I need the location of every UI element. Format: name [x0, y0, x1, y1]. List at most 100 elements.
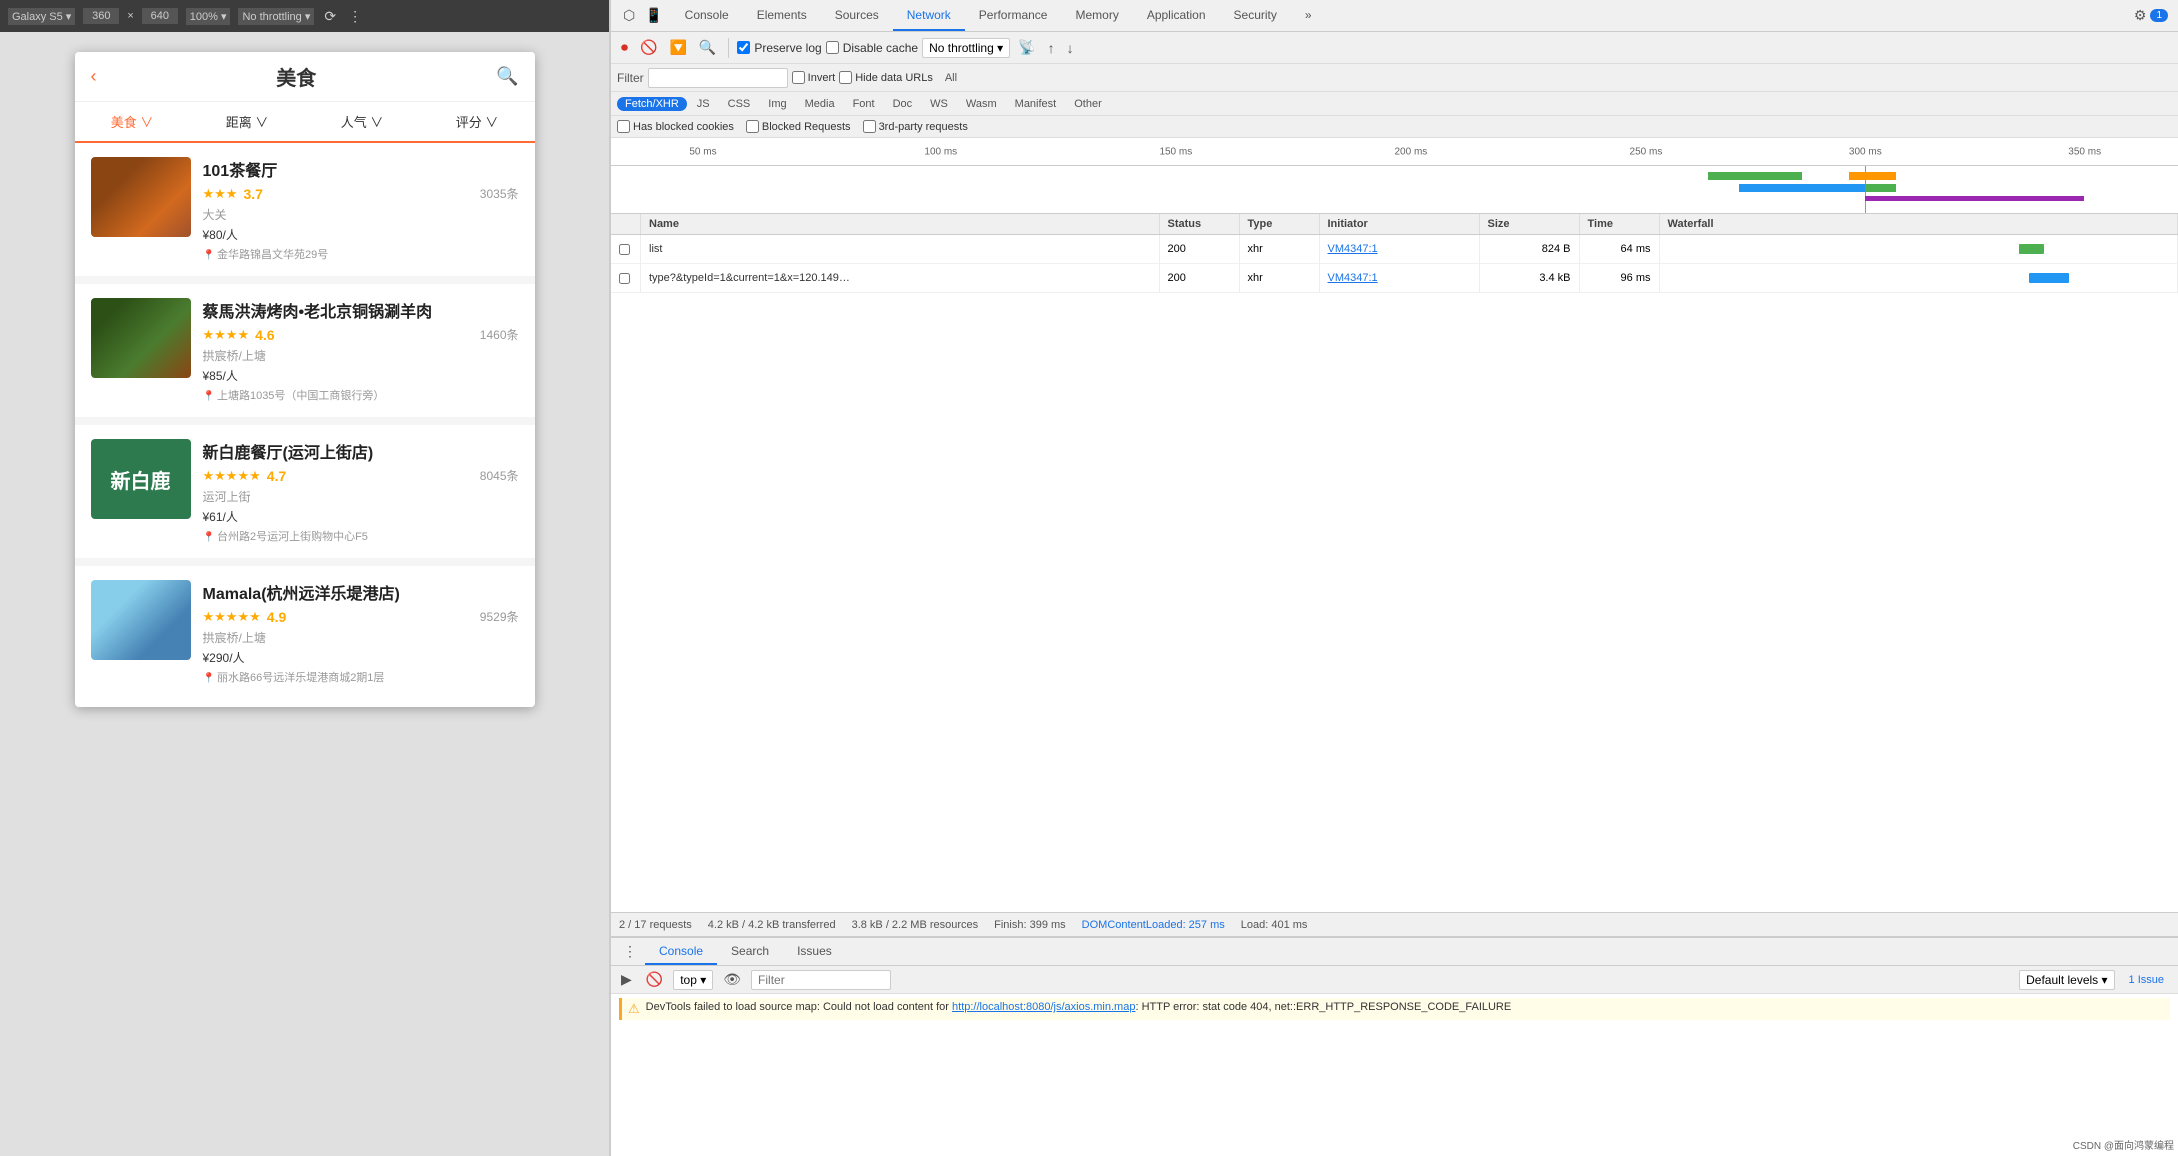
- hide-data-urls-label[interactable]: Hide data URLs: [839, 71, 933, 84]
- throttle-selector[interactable]: No throttling ▾: [238, 8, 314, 25]
- row-checkbox[interactable]: [611, 264, 641, 292]
- tab-elements[interactable]: Elements: [743, 0, 821, 31]
- rating-row: ★★★★ 4.6 1460条: [203, 326, 519, 343]
- offline-icon[interactable]: 📡: [1014, 37, 1039, 58]
- has-blocked-cookies-label[interactable]: Has blocked cookies: [617, 120, 734, 133]
- filter-distance[interactable]: 距离 ∨: [190, 102, 305, 141]
- height-input[interactable]: [142, 8, 178, 24]
- blocked-requests-checkbox[interactable]: [746, 120, 759, 133]
- filter-rating[interactable]: 评分 ∨: [420, 102, 535, 141]
- throttle-dropdown[interactable]: No throttling ▾: [922, 38, 1010, 58]
- tab-console[interactable]: Console: [671, 0, 743, 31]
- console-stop-icon[interactable]: 🚫: [642, 969, 667, 990]
- hide-data-urls-checkbox[interactable]: [839, 71, 852, 84]
- row-initiator[interactable]: VM4347:1: [1320, 235, 1480, 263]
- restaurant-card[interactable]: 新白鹿 新白鹿餐厅(运河上街店) ★★★★★ 4.7 8045条 运河上街 ¥6…: [75, 425, 535, 558]
- device-selector[interactable]: Galaxy S5 ▾: [8, 8, 75, 25]
- search-button[interactable]: 🔍: [496, 66, 518, 87]
- third-party-checkbox[interactable]: [863, 120, 876, 133]
- review-count: 8045条: [480, 467, 519, 484]
- download-icon[interactable]: ↓: [1063, 38, 1078, 58]
- settings-icon[interactable]: ⚙: [2130, 5, 2151, 26]
- filter-popularity[interactable]: 人气 ∨: [305, 102, 420, 141]
- disable-cache-label[interactable]: Disable cache: [826, 41, 918, 55]
- tab-sources[interactable]: Sources: [821, 0, 893, 31]
- preserve-log-checkbox[interactable]: [737, 41, 750, 54]
- type-manifest[interactable]: Manifest: [1007, 97, 1065, 111]
- record-button[interactable]: ⏺: [617, 37, 632, 58]
- restaurant-card[interactable]: Mamala(杭州远洋乐堤港店) ★★★★★ 4.9 9529条 拱宸桥/上塘 …: [75, 566, 535, 699]
- filter-food[interactable]: 美食 ∨: [75, 102, 190, 143]
- th-type[interactable]: Type: [1240, 214, 1320, 234]
- blocked-requests-label[interactable]: Blocked Requests: [746, 120, 851, 133]
- invert-checkbox[interactable]: [792, 71, 805, 84]
- has-blocked-cookies-checkbox[interactable]: [617, 120, 630, 133]
- type-wasm[interactable]: Wasm: [958, 97, 1005, 111]
- issues-badge: 1: [2150, 9, 2168, 22]
- error-link[interactable]: http://localhost:8080/js/axios.min.map: [952, 1001, 1135, 1013]
- devtools-device-icon[interactable]: 📱: [641, 5, 666, 26]
- th-status[interactable]: Status: [1160, 214, 1240, 234]
- th-waterfall[interactable]: Waterfall: [1660, 214, 2178, 234]
- tab-application[interactable]: Application: [1133, 0, 1220, 31]
- tab-memory[interactable]: Memory: [1061, 0, 1132, 31]
- type-css[interactable]: CSS: [720, 97, 759, 111]
- table-row[interactable]: list 200 xhr VM4347:1 824 B 64 ms: [611, 235, 2178, 264]
- tab-console-bottom[interactable]: Console: [645, 938, 717, 965]
- all-filter-btn[interactable]: All: [937, 71, 965, 85]
- th-time[interactable]: Time: [1580, 214, 1660, 234]
- tab-more[interactable]: »: [1291, 0, 1326, 31]
- rotate-icon[interactable]: ⟳: [322, 6, 338, 27]
- type-other[interactable]: Other: [1066, 97, 1110, 111]
- table-row[interactable]: type?&typeId=1&current=1&x=120.149… 200 …: [611, 264, 2178, 293]
- default-levels-dropdown[interactable]: Default levels ▾: [2019, 970, 2114, 990]
- clear-button[interactable]: 🚫: [636, 37, 661, 58]
- console-filter-input[interactable]: [751, 970, 891, 990]
- zoom-selector[interactable]: 100% ▾: [186, 8, 231, 25]
- third-party-label[interactable]: 3rd-party requests: [863, 120, 968, 133]
- type-img[interactable]: Img: [760, 97, 794, 111]
- row-checkbox[interactable]: [611, 235, 641, 263]
- restaurant-info: 101茶餐厅 ★★★ 3.7 3035条 大关 ¥80/人 金华路锦昌文华苑29…: [203, 157, 519, 262]
- row-initiator[interactable]: VM4347:1: [1320, 264, 1480, 292]
- tab-performance[interactable]: Performance: [965, 0, 1062, 31]
- timeline-chart: [611, 166, 2178, 214]
- type-fetch-xhr[interactable]: Fetch/XHR: [617, 97, 687, 111]
- th-name[interactable]: Name: [641, 214, 1160, 234]
- stars: ★★★★: [203, 327, 250, 343]
- address: 上塘路1035号（中国工商银行旁）: [203, 387, 519, 403]
- filter-toggle-button[interactable]: 🔽: [665, 37, 690, 58]
- restaurant-card[interactable]: 蔡馬洪涛烤肉•老北京铜锅涮羊肉 ★★★★ 4.6 1460条 拱宸桥/上塘 ¥8…: [75, 284, 535, 417]
- type-js[interactable]: JS: [689, 97, 718, 111]
- bottom-panel-icon[interactable]: ⋮: [619, 941, 641, 962]
- restaurant-name: 101茶餐厅: [203, 157, 519, 181]
- console-run-icon[interactable]: ▶: [617, 969, 636, 990]
- rating-number: 3.7: [243, 186, 262, 202]
- devtools-inspect-icon[interactable]: ⬡: [619, 5, 639, 26]
- top-selector[interactable]: top ▾: [673, 970, 713, 990]
- restaurant-card[interactable]: 101茶餐厅 ★★★ 3.7 3035条 大关 ¥80/人 金华路锦昌文华苑29…: [75, 143, 535, 276]
- tab-search-bottom[interactable]: Search: [717, 938, 783, 965]
- preserve-log-label[interactable]: Preserve log: [737, 41, 821, 55]
- tab-security[interactable]: Security: [1220, 0, 1291, 31]
- type-font[interactable]: Font: [845, 97, 883, 111]
- tab-network[interactable]: Network: [893, 0, 965, 31]
- upload-icon[interactable]: ↑: [1044, 38, 1059, 58]
- disable-cache-checkbox[interactable]: [826, 41, 839, 54]
- filter-label: Filter: [617, 71, 644, 85]
- blocked-filters-bar: Has blocked cookies Blocked Requests 3rd…: [611, 116, 2178, 138]
- invert-label[interactable]: Invert: [792, 71, 836, 84]
- price: ¥80/人: [203, 226, 519, 243]
- search-button[interactable]: 🔍: [695, 37, 720, 58]
- th-initiator[interactable]: Initiator: [1320, 214, 1480, 234]
- tab-issues-bottom[interactable]: Issues: [783, 938, 846, 965]
- type-media[interactable]: Media: [797, 97, 843, 111]
- width-input[interactable]: [83, 8, 119, 24]
- eye-icon[interactable]: 👁: [719, 969, 745, 990]
- filter-input[interactable]: [648, 68, 788, 88]
- more-options-icon[interactable]: ⋮: [346, 6, 364, 27]
- type-doc[interactable]: Doc: [885, 97, 921, 111]
- type-ws[interactable]: WS: [922, 97, 956, 111]
- th-size[interactable]: Size: [1480, 214, 1580, 234]
- tick-100ms: 100 ms: [924, 146, 957, 157]
